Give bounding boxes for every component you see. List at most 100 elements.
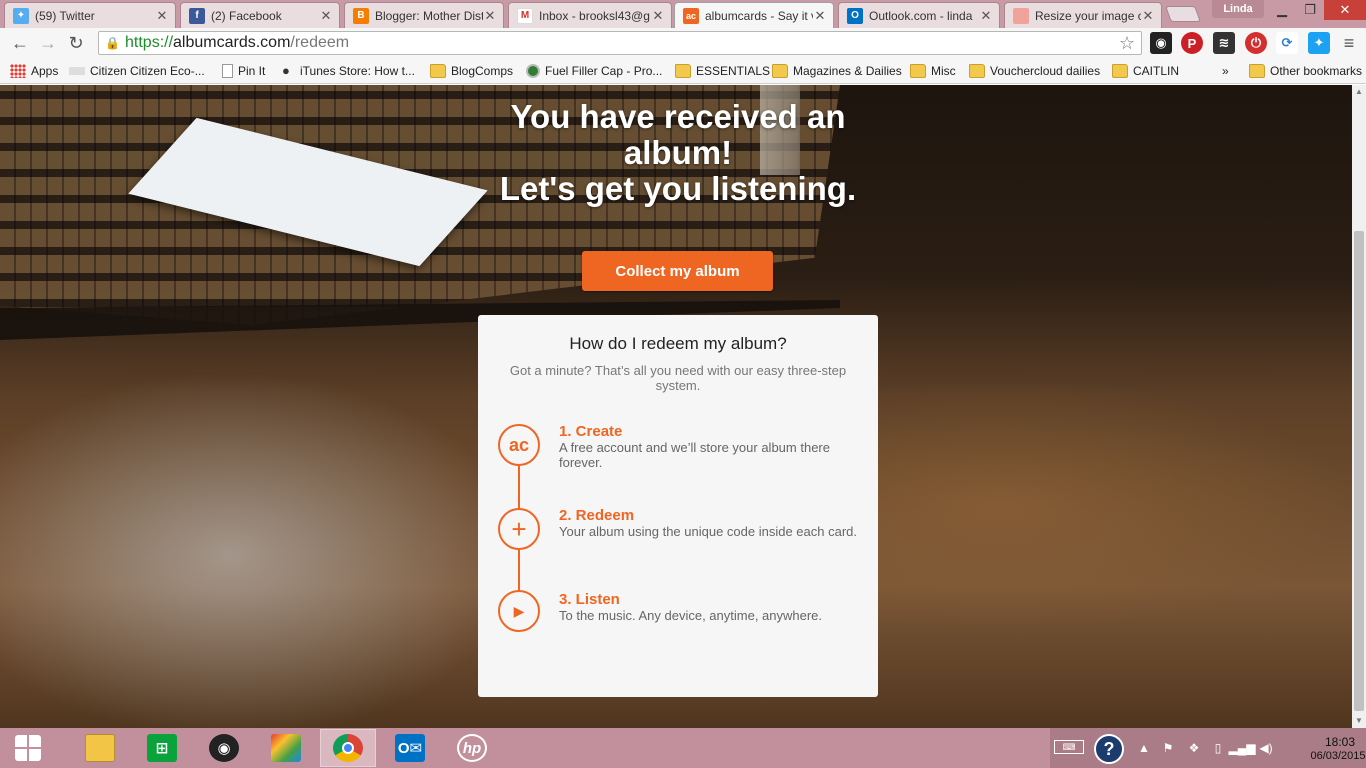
tab-strip: ✦ (59) Twitter ✕ f (2) Facebook ✕ B Blog… [0,0,1366,28]
dropbox-icon[interactable]: ❖ [1186,740,1202,756]
scroll-down-arrow-icon[interactable]: ▼ [1352,714,1366,728]
address-bar[interactable]: 🔒 https://albumcards.com/redeem ☆ [98,31,1142,55]
page-headline: You have received an album! Let's get yo… [478,99,878,207]
headline-line-1: You have received an album! [510,98,846,171]
play-icon: ▶ [498,590,540,632]
folder-icon [1249,64,1265,78]
tab-twitter[interactable]: ✦ (59) Twitter ✕ [4,2,176,28]
close-window-icon[interactable]: ✕ [1324,0,1366,20]
close-icon[interactable]: ✕ [155,8,169,24]
folder-icon [772,64,788,78]
tab-blogger[interactable]: B Blogger: Mother Dist ✕ [344,2,504,28]
power-extension-icon[interactable]: ⏻ [1245,32,1267,54]
tab-label: Inbox - brooksl43@g [539,8,650,23]
plus-icon: + [498,508,540,550]
minimize-icon[interactable]: ▁ [1268,0,1296,20]
buffer-icon[interactable]: ≋ [1213,32,1235,54]
page-icon [222,64,233,78]
taskbar-hp[interactable]: hp [444,729,500,767]
close-icon[interactable]: ✕ [319,8,333,24]
forward-arrow-icon[interactable]: → [34,29,62,57]
system-tray: ⌨ ? ▲ ⚑ ❖ ▯ ▂▄▆ ◀) 18:03 06/03/2015 [1050,728,1366,768]
tab-albumcards[interactable]: ac albumcards - Say it v ✕ [674,2,834,28]
clock-time[interactable]: 18:03 [1318,735,1362,749]
card-title: How do I redeem my album? [569,334,787,353]
search-extension-icon[interactable]: ⟳ [1276,32,1298,54]
bookmark-citizen[interactable]: Citizen Citizen Eco-... [69,62,205,80]
folder-icon [1112,64,1128,78]
bookmark-blogcomps[interactable]: BlogComps [430,62,513,80]
tab-label: Resize your image or [1035,8,1141,23]
folder-icon [85,734,115,762]
show-hidden-icons-chevron-icon[interactable]: ▲ [1136,740,1152,756]
flag-icon[interactable]: ⚑ [1160,740,1176,756]
step-listen-desc: To the music. Any device, anytime, anywh… [559,608,823,623]
scroll-up-arrow-icon[interactable]: ▲ [1352,85,1366,99]
star-icon[interactable]: ☆ [1119,33,1135,54]
volume-icon[interactable]: ◀) [1258,740,1274,756]
keyboard-icon[interactable]: ⌨ [1054,740,1084,754]
windows-taskbar: ⊞ ◉ O✉ hp ⌨ ? ▲ ⚑ ❖ ▯ ▂▄▆ ◀) 18:03 06/03… [0,728,1366,768]
scroll-thumb[interactable] [1354,231,1364,711]
profile-button[interactable]: Linda [1212,0,1264,18]
reload-icon[interactable]: ↻ [62,29,90,57]
gmail-icon: M [517,7,533,24]
wifi-signal-icon[interactable]: ▂▄▆ [1229,740,1256,756]
bookmark-caitlin[interactable]: CAITLIN [1112,62,1179,80]
bookmark-itunes[interactable]: ● iTunes Store: How t... [282,62,415,80]
twitter-extension-icon[interactable]: ✦ [1308,32,1330,54]
start-button[interactable] [0,729,56,767]
taskbar-store[interactable]: ⊞ [134,729,190,767]
maximize-icon[interactable]: ❐ [1296,0,1324,20]
back-arrow-icon[interactable]: ← [6,29,34,57]
tab-label: albumcards - Say it v [705,8,813,23]
bookmark-vouchercloud[interactable]: Vouchercloud dailies [969,62,1100,80]
close-icon[interactable]: ✕ [1141,8,1155,24]
close-icon[interactable]: ✕ [651,8,665,24]
owl-extension-icon[interactable]: ◉ [1150,32,1172,54]
tab-gmail[interactable]: M Inbox - brooksl43@g ✕ [508,2,672,28]
close-icon[interactable]: ✕ [979,8,993,24]
help-icon[interactable]: ? [1094,734,1124,764]
bookmark-pin-it[interactable]: Pin It [222,62,265,80]
webcam-icon: ◉ [209,734,239,762]
resize-icon [1013,7,1029,24]
taskbar-webcam-app[interactable]: ◉ [196,729,252,767]
bookmark-other[interactable]: Other bookmarks [1249,62,1362,80]
card-subtitle: Got a minute? That’s all you need with o… [509,363,847,393]
close-icon[interactable]: ✕ [813,8,827,24]
pinterest-icon[interactable]: P [1181,32,1203,54]
tab-facebook[interactable]: f (2) Facebook ✕ [180,2,340,28]
windows-logo-icon [15,735,41,761]
menu-icon[interactable]: ≡ [1338,32,1360,54]
paint-app-icon [271,734,301,762]
close-icon[interactable]: ✕ [483,8,497,24]
clock-date[interactable]: 06/03/2015 [1310,750,1366,762]
step-create-desc: A free account and we’ll store your albu… [559,440,830,470]
albumcards-logo-icon: ac [498,424,540,466]
battery-icon[interactable]: ▯ [1210,740,1226,756]
new-tab-button[interactable] [1165,6,1201,22]
url-path: /redeem [290,34,350,51]
taskbar-chrome[interactable] [320,729,376,767]
tab-outlook[interactable]: O Outlook.com - linda ✕ [838,2,1000,28]
facebook-icon: f [189,7,205,24]
bookmark-essentials[interactable]: ESSENTIALS [675,62,770,80]
citizen-icon [69,67,85,75]
bookmark-magazines[interactable]: Magazines & Dailies [772,62,902,80]
collect-album-button[interactable]: Collect my album [582,251,773,291]
outlook-icon: O✉ [395,734,425,762]
page-scrollbar[interactable]: ▲ ▼ [1352,85,1366,728]
bookmark-apps[interactable]: Apps [10,62,58,80]
bookmarks-overflow-chevron[interactable]: » [1222,62,1229,80]
taskbar-file-explorer[interactable] [72,729,128,767]
apple-icon: ● [282,63,290,78]
bookmark-misc[interactable]: Misc [910,62,956,80]
taskbar-paint-app[interactable] [258,729,314,767]
bookmark-fuel-filler[interactable]: Fuel Filler Cap - Pro... [526,62,662,80]
redeem-info-card: How do I redeem my album? Got a minute? … [478,315,878,697]
fuel-icon [526,64,540,78]
tab-resize[interactable]: Resize your image or ✕ [1004,2,1162,28]
taskbar-outlook[interactable]: O✉ [382,729,438,767]
step-listen-title: 3. Listen [559,591,620,608]
